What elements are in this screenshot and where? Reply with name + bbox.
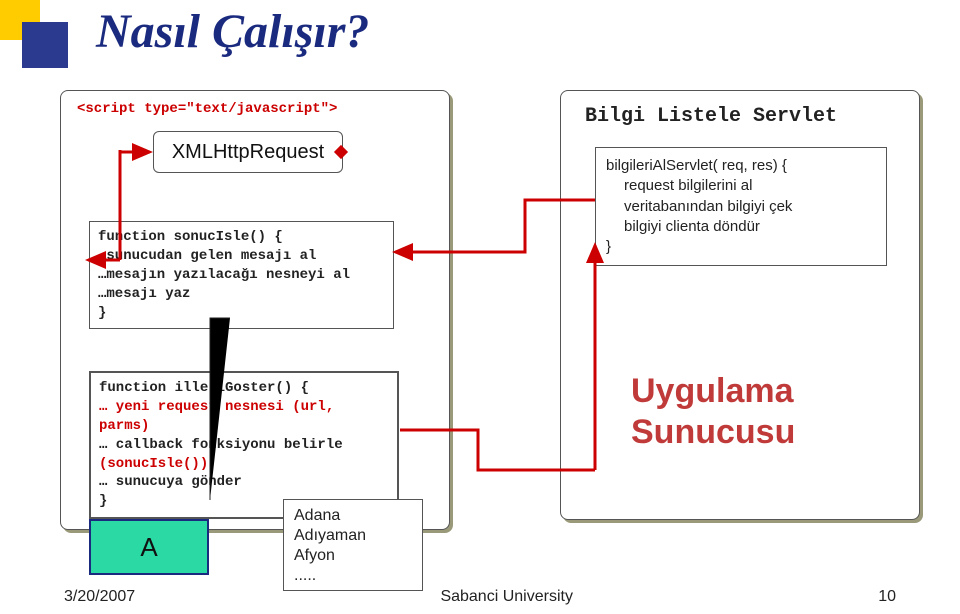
page-title: Nasıl Çalışır? xyxy=(96,4,369,59)
illerigoster-code-box: function illeriGoster() { … yeni request… xyxy=(89,371,399,519)
text-line: Uygulama xyxy=(631,371,795,412)
code-line: (sonucIsle()) xyxy=(99,455,389,474)
code-line: bilgiyi clienta döndür xyxy=(624,217,876,237)
servlet-code-box: bilgileriAlServlet( req, res) { request … xyxy=(595,147,887,266)
footer-page: 10 xyxy=(878,588,896,606)
list-item: ..... xyxy=(294,566,412,586)
server-panel: Bilgi Listele Servlet bilgileriAlServlet… xyxy=(560,90,920,520)
code-line: function sonucIsle() { xyxy=(98,228,385,247)
script-tag-label: <script type="text/javascript"> xyxy=(77,101,337,117)
code-line: … callback fonksiyonu belirle xyxy=(99,436,389,455)
city-list-box: Adana Adıyaman Afyon ..... xyxy=(283,499,423,591)
footer-date: 3/20/2007 xyxy=(64,588,135,606)
code-line: …sunucudan gelen mesajı al xyxy=(98,247,385,266)
code-line: … yeni request nesnesi (url, parms) xyxy=(99,398,389,436)
slide-footer: 3/20/2007 Sabanci University 10 xyxy=(0,588,960,606)
list-item: Adana xyxy=(294,506,412,526)
code-line: bilgileriAlServlet( req, res) { xyxy=(606,156,876,176)
text-line: Sunucusu xyxy=(631,412,795,453)
servlet-title: Bilgi Listele Servlet xyxy=(585,105,837,128)
xmlhttprequest-box: XMLHttpRequest xyxy=(153,131,343,173)
slide-accent xyxy=(0,0,68,68)
footer-place: Sabanci University xyxy=(440,588,573,606)
list-item: Adıyaman xyxy=(294,526,412,546)
client-panel: <script type="text/javascript"> XMLHttpR… xyxy=(60,90,450,530)
code-line: …mesajı yaz xyxy=(98,285,385,304)
code-line: request bilgilerini al xyxy=(624,176,876,196)
a-dropdown-box: A xyxy=(89,519,209,575)
code-line: …mesajın yazılacağı nesneyi al xyxy=(98,266,385,285)
code-line: veritabanından bilgiyi çek xyxy=(624,197,876,217)
code-line: … sunucuya gönder xyxy=(99,473,389,492)
code-line: function illeriGoster() { xyxy=(99,379,389,398)
sonucisle-code-box: function sonucIsle() { …sunucudan gelen … xyxy=(89,221,394,329)
code-line: } xyxy=(606,237,876,257)
code-line: } xyxy=(98,304,385,323)
app-server-label: Uygulama Sunucusu xyxy=(631,371,795,453)
list-item: Afyon xyxy=(294,546,412,566)
